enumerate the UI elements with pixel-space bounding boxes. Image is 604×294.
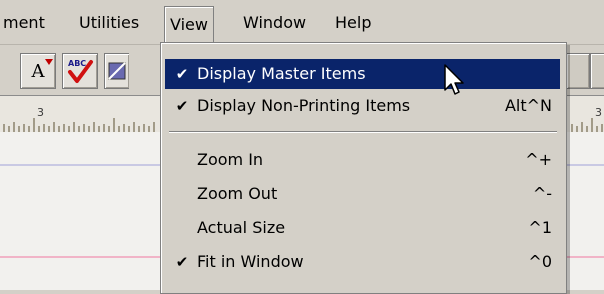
menu-view[interactable]: View	[164, 6, 214, 43]
color-swatch-button[interactable]	[104, 53, 129, 89]
mouse-pointer-icon	[444, 64, 464, 95]
text-size-glyph: A	[31, 60, 45, 82]
menu-item-label: Actual Size	[197, 218, 286, 237]
toolbar-button-right-2[interactable]	[590, 53, 604, 89]
menu-item-shortcut: ^-	[532, 184, 552, 203]
menu-window-label: Window	[243, 13, 307, 32]
menu-item-label: Display Non-Printing Items	[197, 96, 411, 115]
menu-item-shortcut: ^0	[528, 252, 552, 271]
menu-item-display-non-printing-items[interactable]: ✔ Display Non-Printing Items Alt^N	[165, 91, 560, 121]
menu-item-label: Zoom Out	[197, 184, 278, 203]
color-swatch-icon	[108, 62, 126, 80]
checkmark-icon: ✔	[175, 65, 189, 83]
menu-separator	[169, 131, 557, 133]
menu-help-label: Help	[335, 13, 372, 32]
text-size-button[interactable]: A	[20, 53, 56, 89]
menu-item-fit-in-window[interactable]: ✔ Fit in Window ^0	[165, 247, 560, 277]
menu-help[interactable]: Help	[330, 10, 376, 36]
menu-item-label: Zoom In	[197, 150, 264, 169]
spell-check-icon: ABC	[68, 59, 93, 83]
checkmark-icon: ✔	[175, 253, 189, 271]
svg-text:ABC: ABC	[68, 59, 86, 68]
menu-utilities[interactable]: Utilities	[74, 10, 144, 36]
spell-check-button[interactable]: ABC	[62, 53, 98, 89]
red-triangle-icon	[44, 58, 53, 65]
menu-item-label: Display Master Items	[197, 64, 366, 83]
menu-document-label: ment	[3, 13, 45, 32]
menu-item-zoom-in[interactable]: Zoom In ^+	[165, 145, 560, 175]
menu-document[interactable]: ment	[0, 10, 50, 36]
menu-item-zoom-out[interactable]: Zoom Out ^-	[165, 179, 560, 209]
menu-window[interactable]: Window	[238, 10, 311, 36]
menu-bar: ment Utilities View Window Help	[0, 0, 604, 45]
menu-utilities-label: Utilities	[79, 13, 140, 32]
toolbar-button-right-1[interactable]	[566, 53, 590, 89]
menu-item-display-master-items[interactable]: ✔ Display Master Items	[165, 59, 560, 89]
menu-item-shortcut: ^+	[525, 150, 552, 169]
menu-item-shortcut: Alt^N	[504, 96, 552, 115]
menu-item-actual-size[interactable]: Actual Size ^1	[165, 213, 560, 243]
ruler-label: 3	[595, 106, 602, 119]
checkmark-icon: ✔	[175, 97, 189, 115]
ruler-label: 3	[37, 106, 44, 119]
menu-item-label: Fit in Window	[197, 252, 304, 271]
text-size-icon: A	[31, 58, 53, 82]
menu-view-label: View	[170, 15, 208, 34]
view-menu-dropdown: ✔ Display Master Items ✔ Display Non-Pri…	[160, 42, 567, 294]
menu-item-shortcut: ^1	[528, 218, 552, 237]
